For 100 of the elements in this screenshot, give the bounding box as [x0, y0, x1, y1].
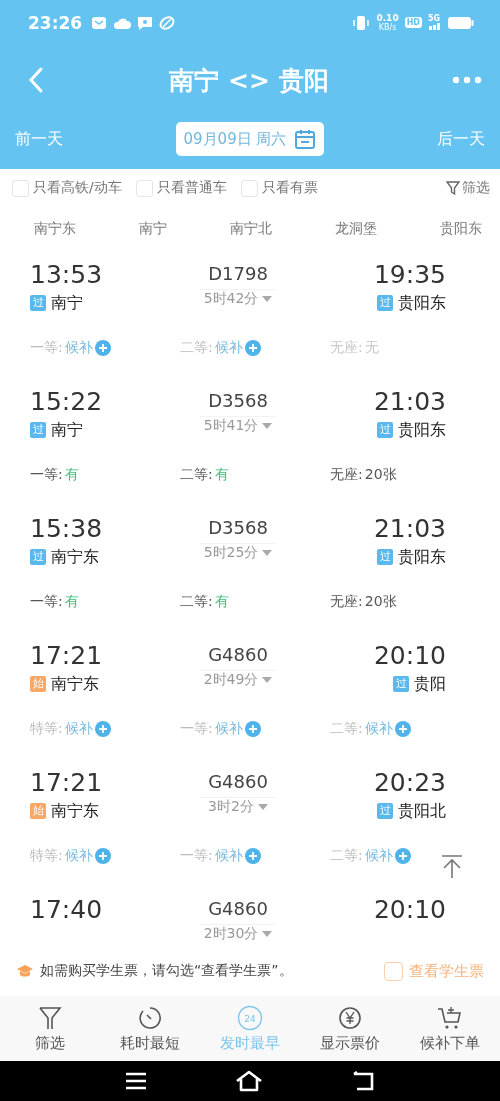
- scroll-to-top-icon[interactable]: [440, 854, 464, 880]
- checkbox[interactable]: [384, 961, 403, 981]
- station-type-badge: 过: [393, 676, 409, 692]
- plus-icon: [394, 848, 411, 864]
- train-number: D1798: [200, 259, 276, 290]
- seat-availability: 无: [364, 339, 379, 357]
- seat-class: 特等:: [30, 847, 63, 865]
- seat-availability: 有: [214, 593, 229, 611]
- arrival-time: 20:10: [373, 640, 446, 672]
- seat-class: 一等:: [30, 339, 63, 357]
- leaf-icon: [159, 14, 176, 31]
- clock-time: 23:26: [28, 12, 83, 33]
- train-row[interactable]: 17:40 G4860 2时30分 20:10: [0, 886, 500, 946]
- menu-icon[interactable]: [125, 1072, 147, 1090]
- network-type: 5G: [428, 15, 442, 23]
- network-speed: 0.10: [376, 13, 399, 23]
- station-type-badge: 过: [30, 549, 46, 565]
- train-number: G4860: [200, 894, 276, 925]
- station-name: 贵阳东: [398, 419, 446, 441]
- station-type-badge: 过: [377, 549, 393, 565]
- tab[interactable]: 筛选: [0, 1004, 100, 1053]
- station-name: 南宁东: [51, 673, 99, 695]
- more-icon[interactable]: [452, 76, 482, 84]
- seat-availability: 候补: [214, 720, 243, 738]
- vibrate-icon: [352, 14, 371, 31]
- checkbox[interactable]: [240, 179, 258, 197]
- seat-availability: 有: [64, 593, 79, 611]
- seat-class: 一等:: [180, 847, 213, 865]
- graduation-cap-icon: [16, 964, 34, 978]
- station-type-badge: 过: [30, 422, 46, 438]
- station-name: 贵阳北: [398, 800, 446, 822]
- train-number: G4860: [200, 767, 276, 798]
- caret-icon: [262, 931, 273, 937]
- trip-duration: 3时2分: [208, 798, 254, 816]
- caret-icon: [257, 804, 268, 810]
- departure-time: 17:21: [30, 767, 104, 799]
- arrival-time: 20:10: [373, 894, 446, 926]
- calendar-icon: [294, 128, 317, 150]
- station-type-badge: 始: [30, 803, 46, 819]
- seat-availability: 20张: [364, 466, 397, 484]
- seat-availability: 20张: [364, 593, 397, 611]
- seat-availability: 候补: [214, 847, 243, 865]
- checkbox-label[interactable]: 只看有票: [261, 179, 318, 197]
- cart-icon: [437, 1004, 463, 1031]
- tab[interactable]: 耗时最短: [100, 1004, 200, 1053]
- station-option[interactable]: 贵阳东: [440, 220, 482, 238]
- station-option[interactable]: 南宁东: [34, 220, 76, 238]
- timer-icon: [138, 1004, 162, 1031]
- seat-class: 二等:: [180, 466, 213, 484]
- checkbox-label[interactable]: 只看高铁/动车: [33, 179, 122, 197]
- station-name: 贵阳: [414, 673, 446, 695]
- seat-class: 一等:: [30, 593, 63, 611]
- checkbox[interactable]: [135, 179, 153, 197]
- departure-time: 15:38: [30, 513, 104, 545]
- seat-class: 无座:: [330, 593, 363, 611]
- plus-icon: [94, 848, 111, 864]
- departure-time: 17:21: [30, 640, 104, 672]
- train-row[interactable]: 15:38 过 南宁东 D3568 5时25分 21:03 过 贵阳东 一等:有 二等:有 无座:20张: [0, 505, 500, 632]
- caret-icon: [262, 423, 273, 429]
- seat-availability: 候补: [64, 847, 93, 865]
- seat-class: 一等:: [30, 466, 63, 484]
- plus-icon: [394, 721, 411, 737]
- train-number: D3568: [200, 513, 276, 544]
- message-icon: [137, 14, 154, 31]
- station-option[interactable]: 南宁: [139, 220, 167, 238]
- tab[interactable]: 显示票价: [300, 1004, 400, 1053]
- caret-icon: [262, 677, 273, 683]
- train-row[interactable]: 15:22 过 南宁 D3568 5时41分 21:03 过 贵阳东 一等:有 二等:有 无座:20张: [0, 378, 500, 505]
- arrival-time: 20:23: [373, 767, 446, 799]
- trip-duration: 5时25分: [203, 544, 259, 562]
- back-icon[interactable]: [351, 1071, 375, 1091]
- plus-icon: [244, 848, 261, 864]
- checkbox[interactable]: [12, 179, 29, 197]
- station-option[interactable]: 南宁北: [230, 220, 272, 238]
- seat-availability: 候补: [64, 720, 93, 738]
- train-number: D3568: [200, 386, 276, 417]
- filter-icon: [446, 180, 460, 196]
- trip-duration: 5时41分: [203, 417, 259, 435]
- seat-availability: 候补: [64, 339, 93, 357]
- plus-icon: [94, 721, 111, 737]
- checkbox-label[interactable]: 只看普通车: [156, 179, 227, 197]
- mail-icon: [91, 14, 108, 31]
- tab[interactable]: 候补下单: [400, 1004, 500, 1053]
- station-type-badge: 过: [377, 803, 393, 819]
- caret-icon: [262, 296, 273, 302]
- station-type-badge: 过: [30, 295, 46, 311]
- arrival-time: 19:35: [373, 259, 446, 291]
- station-option[interactable]: 龙洞堡: [335, 220, 377, 238]
- trip-duration: 2时30分: [203, 925, 259, 943]
- station-name: 南宁东: [51, 546, 99, 568]
- home-icon[interactable]: [235, 1070, 263, 1092]
- seat-class: 二等:: [180, 593, 213, 611]
- clock-icon: 24: [237, 1004, 263, 1031]
- seat-availability: 候补: [364, 847, 393, 865]
- arrival-time: 21:03: [373, 386, 446, 418]
- station-name: 贵阳东: [398, 292, 446, 314]
- filter-button[interactable]: 筛选: [446, 179, 490, 197]
- trip-duration: 2时49分: [203, 671, 259, 689]
- filter-icon: [38, 1004, 62, 1031]
- seat-class: 特等:: [30, 720, 63, 738]
